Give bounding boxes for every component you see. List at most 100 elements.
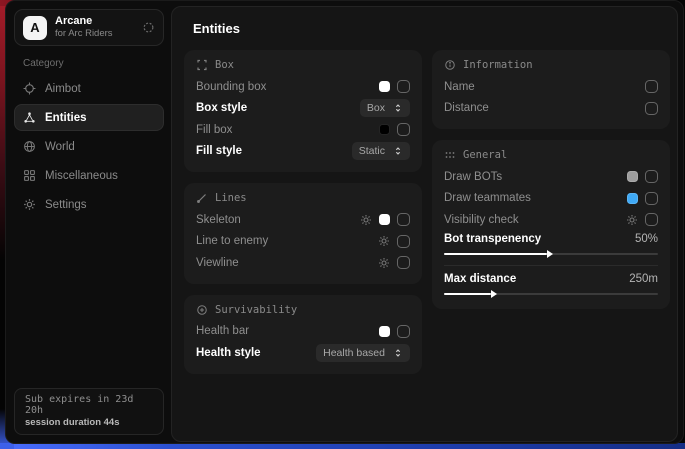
line-to-enemy-checkbox[interactable] xyxy=(397,235,410,248)
sidebar-item-label: World xyxy=(45,141,75,153)
gear-icon[interactable] xyxy=(378,235,390,247)
draw-bots-checkbox[interactable] xyxy=(645,170,658,183)
unfold-icon xyxy=(393,103,403,113)
slider-fill xyxy=(444,253,547,255)
sidebar: A Arcane for Arc Riders Category Aimbot … xyxy=(6,1,171,443)
crosshair-icon xyxy=(23,82,36,95)
viewline-checkbox[interactable] xyxy=(397,256,410,269)
row-label: Distance xyxy=(444,102,489,114)
fill-style-dropdown[interactable]: Static xyxy=(352,142,410,160)
panel-title: Lines xyxy=(215,192,247,204)
dropdown-value: Box xyxy=(367,102,385,114)
skeleton-checkbox[interactable] xyxy=(397,213,410,226)
row-label: Fill style xyxy=(196,145,242,157)
box-panel: Box Bounding box Box style xyxy=(184,50,422,172)
grid-icon xyxy=(23,169,36,182)
row-label: Visibility check xyxy=(444,214,519,226)
dropdown-value: Health based xyxy=(323,347,385,359)
fill-box-checkbox[interactable] xyxy=(397,123,410,136)
subscription-card: Sub expires in 23d 20h session duration … xyxy=(14,388,164,435)
health-style-dropdown[interactable]: Health based xyxy=(316,344,410,362)
max-distance-slider[interactable] xyxy=(444,293,658,295)
gear-icon[interactable] xyxy=(378,257,390,269)
sidebar-item-miscellaneous[interactable]: Miscellaneous xyxy=(14,162,164,189)
bounding-box-checkbox[interactable] xyxy=(397,80,410,93)
session-duration-text: session duration 44s xyxy=(25,417,153,428)
line-icon xyxy=(196,192,208,204)
health-bar-checkbox[interactable] xyxy=(397,325,410,338)
panel-title: Information xyxy=(463,59,533,71)
draw-bots-row: Draw BOTs xyxy=(444,166,658,188)
bot-transparency-slider-block: Bot transpenency 50% xyxy=(444,233,658,259)
main-area: Entities Box Bounding box xyxy=(171,1,683,443)
color-swatch[interactable] xyxy=(379,81,390,92)
brand-name: Arcane xyxy=(55,15,113,28)
line-to-enemy-row: Line to enemy xyxy=(196,231,410,253)
color-swatch[interactable] xyxy=(379,214,390,225)
slider-value: 50% xyxy=(635,233,658,245)
sync-icon[interactable] xyxy=(142,21,155,34)
draw-teammates-row: Draw teammates xyxy=(444,188,658,210)
sidebar-item-world[interactable]: World xyxy=(14,133,164,160)
health-bar-row: Health bar xyxy=(196,321,410,343)
slider-fill xyxy=(444,293,491,295)
color-swatch[interactable] xyxy=(379,326,390,337)
left-column: Box Bounding box Box style xyxy=(184,50,422,374)
draw-teammates-checkbox[interactable] xyxy=(645,192,658,205)
color-swatch[interactable] xyxy=(379,124,390,135)
box-style-dropdown[interactable]: Box xyxy=(360,99,410,117)
visibility-check-checkbox[interactable] xyxy=(645,213,658,226)
row-label: Draw teammates xyxy=(444,192,531,204)
fill-style-row: Fill style Static xyxy=(196,141,410,163)
name-row: Name xyxy=(444,76,658,98)
information-panel: Information Name Distance xyxy=(432,50,670,129)
row-label: Bounding box xyxy=(196,81,266,93)
dropdown-value: Static xyxy=(359,145,385,157)
sidebar-item-label: Settings xyxy=(45,199,87,211)
health-cross-icon xyxy=(196,304,208,316)
visibility-check-row: Visibility check xyxy=(444,209,658,231)
distance-checkbox[interactable] xyxy=(645,102,658,115)
lines-panel: Lines Skeleton xyxy=(184,183,422,284)
sidebar-item-label: Entities xyxy=(45,112,87,124)
sidebar-item-settings[interactable]: Settings xyxy=(14,191,164,218)
panel-title: General xyxy=(463,149,507,161)
row-label: Name xyxy=(444,81,475,93)
main-panel: Entities Box Bounding box xyxy=(171,6,678,442)
row-label: Skeleton xyxy=(196,214,241,226)
general-panel: General Draw BOTs Draw teammates xyxy=(432,140,670,309)
max-distance-slider-block: Max distance 250m xyxy=(444,265,658,299)
lines-panel-header: Lines xyxy=(196,192,410,204)
category-label: Category xyxy=(23,58,164,69)
dots-grid-icon xyxy=(444,149,456,161)
color-swatch[interactable] xyxy=(627,193,638,204)
fill-box-row: Fill box xyxy=(196,119,410,141)
row-label: Draw BOTs xyxy=(444,171,502,183)
sidebar-item-aimbot[interactable]: Aimbot xyxy=(14,75,164,102)
panel-title: Survivability xyxy=(215,304,297,316)
health-style-row: Health style Health based xyxy=(196,342,410,364)
bot-transparency-slider[interactable] xyxy=(444,253,658,255)
page-title: Entities xyxy=(193,21,670,36)
survivability-panel: Survivability Health bar Health style xyxy=(184,295,422,374)
row-label: Line to enemy xyxy=(196,235,268,247)
globe-icon xyxy=(23,140,36,153)
sidebar-item-entities[interactable]: Entities xyxy=(14,104,164,131)
sidebar-item-label: Miscellaneous xyxy=(45,170,118,182)
box-panel-header: Box xyxy=(196,59,410,71)
box-style-row: Box style Box xyxy=(196,98,410,120)
gear-icon[interactable] xyxy=(360,214,372,226)
right-column: Information Name Distance xyxy=(432,50,670,374)
bounding-box-row: Bounding box xyxy=(196,76,410,98)
viewline-row: Viewline xyxy=(196,252,410,274)
survivability-panel-header: Survivability xyxy=(196,304,410,316)
name-checkbox[interactable] xyxy=(645,80,658,93)
row-label: Health style xyxy=(196,347,261,359)
sub-expiry-text: Sub expires in 23d 20h xyxy=(25,394,153,416)
panel-title: Box xyxy=(215,59,234,71)
color-swatch[interactable] xyxy=(627,171,638,182)
gear-icon[interactable] xyxy=(626,214,638,226)
brand-logo: A xyxy=(23,16,47,40)
information-panel-header: Information xyxy=(444,59,658,71)
brackets-icon xyxy=(196,59,208,71)
